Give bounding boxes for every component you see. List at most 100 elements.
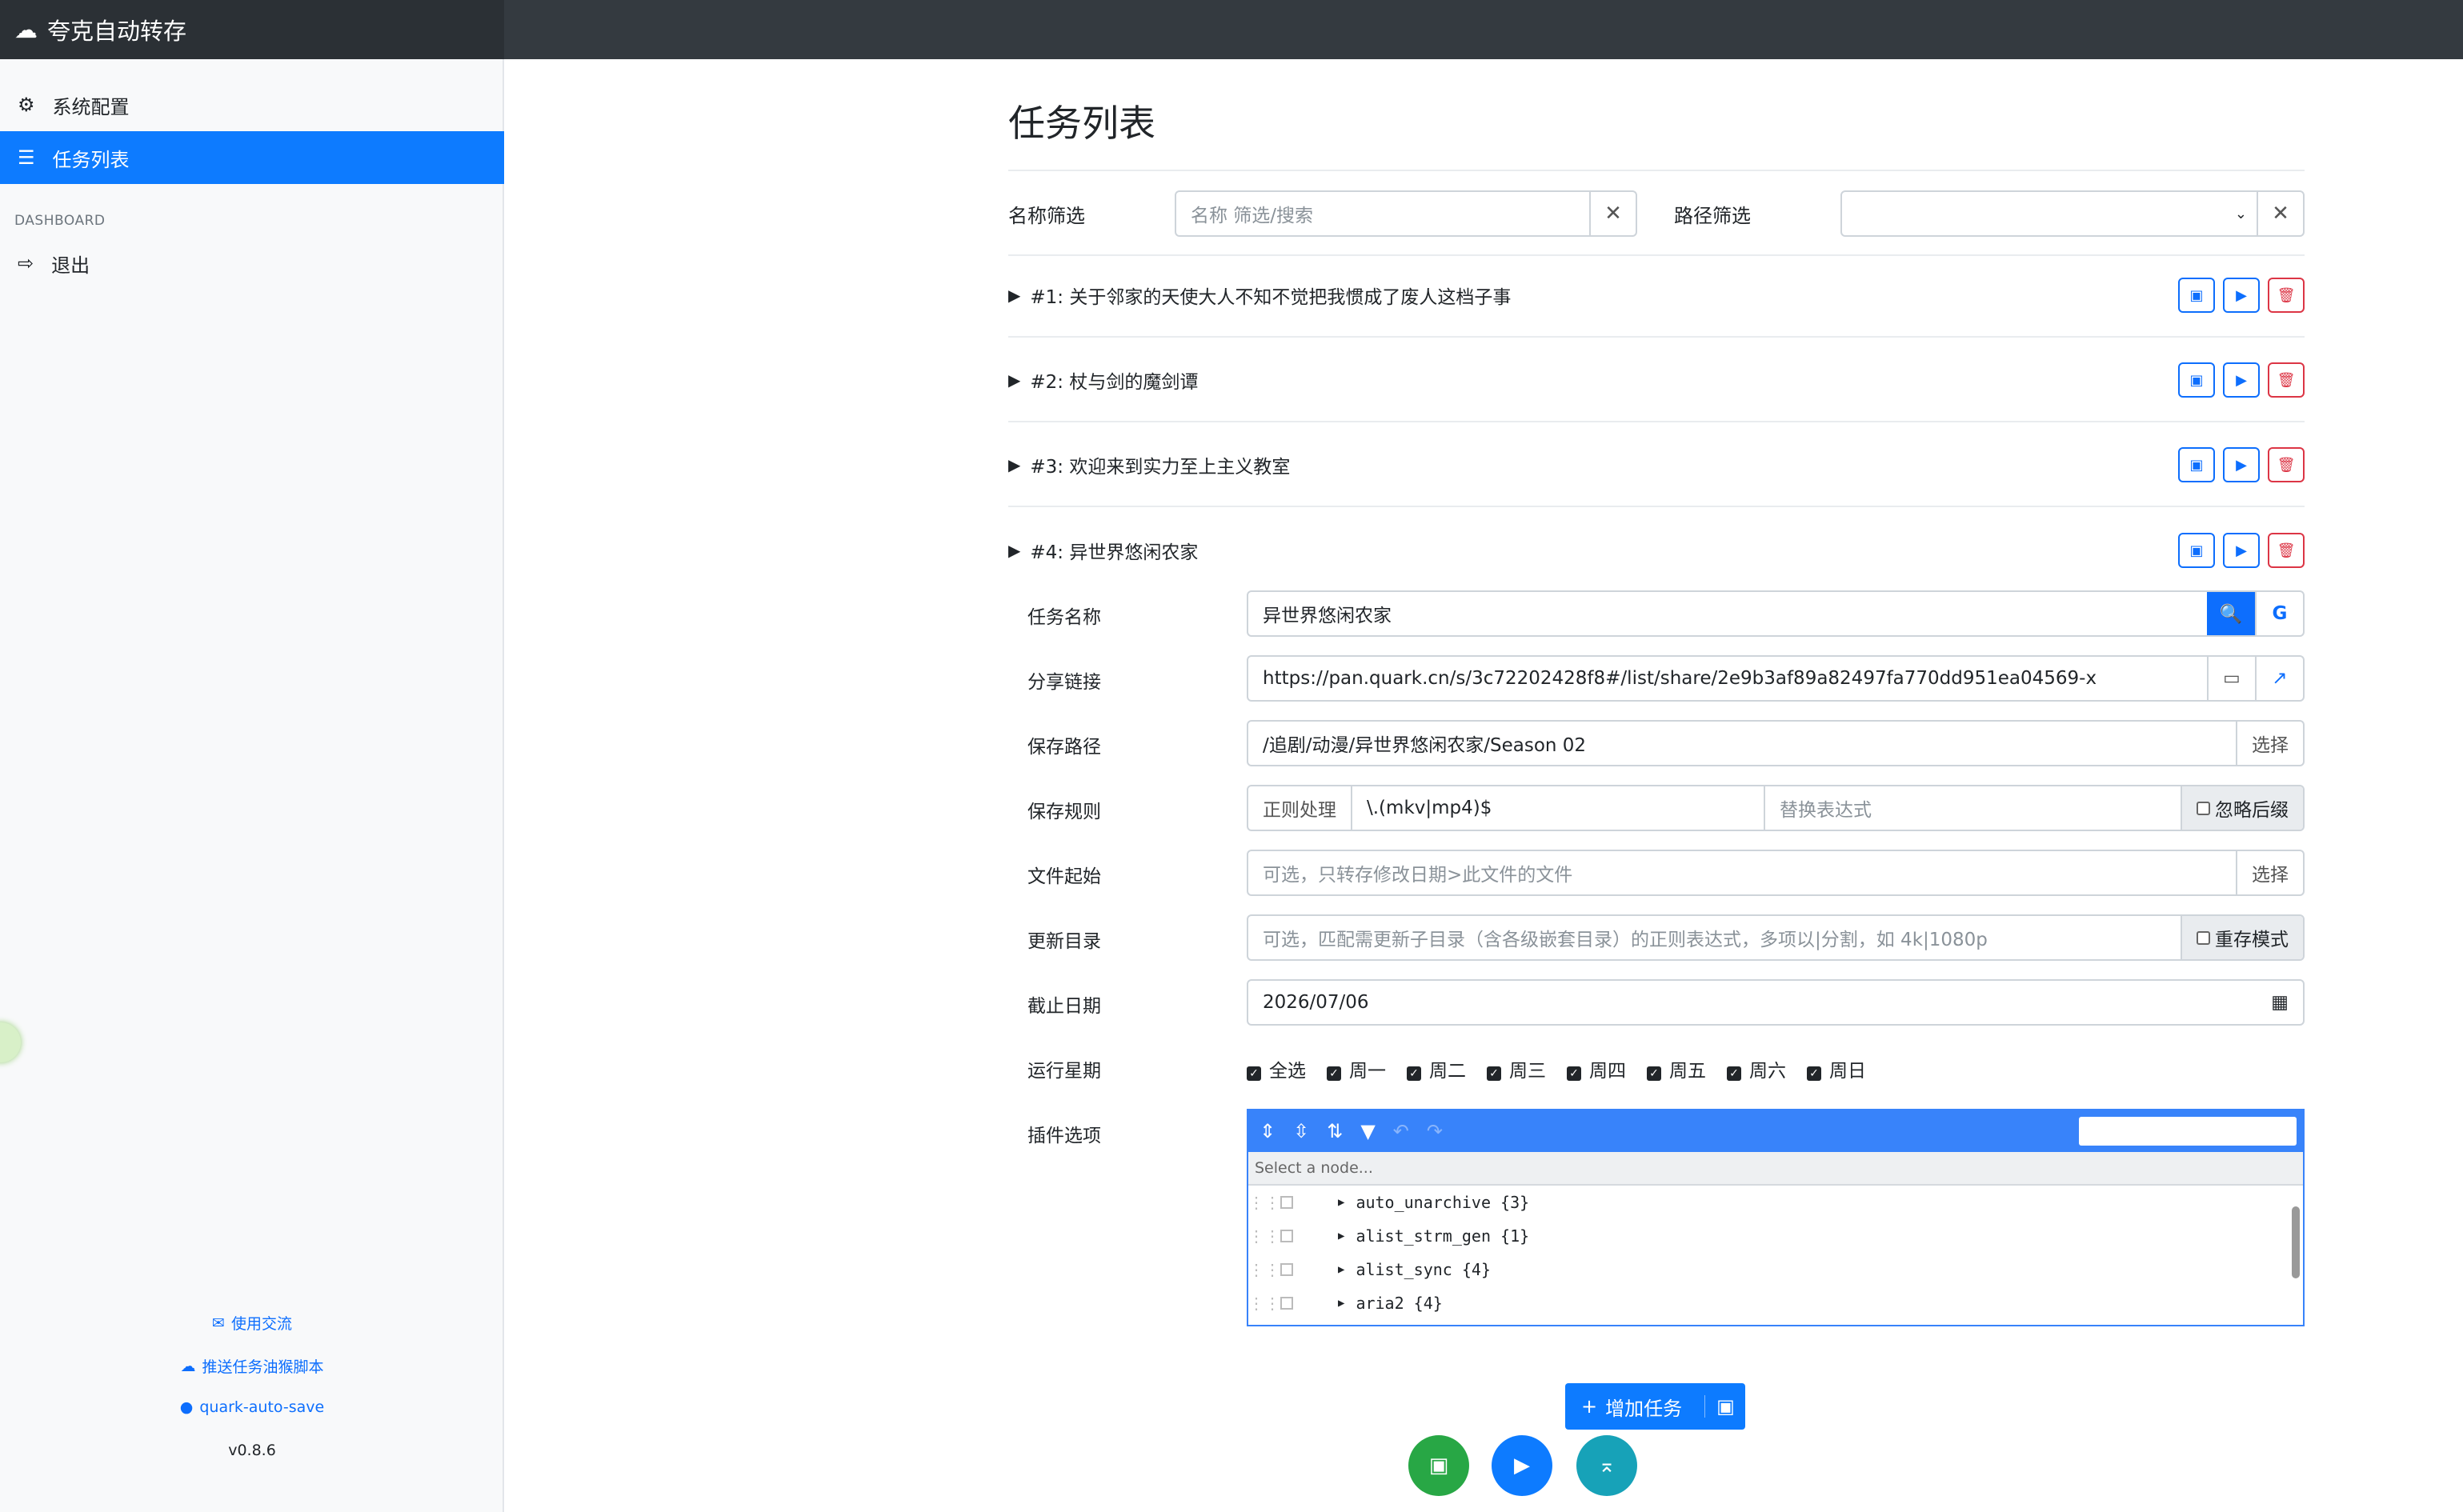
expand-all-icon[interactable]: ⇕ bbox=[1260, 1120, 1276, 1142]
tree-node[interactable]: ⋮⋮ ▶ aria2 {4} bbox=[1248, 1286, 2303, 1320]
copy-task-button[interactable]: ▣ bbox=[2178, 533, 2215, 568]
save-config-button[interactable]: ▣ bbox=[1408, 1435, 1469, 1496]
wechat-icon: ✉ bbox=[212, 1314, 225, 1332]
sidebar-item-logout[interactable]: ⇨ 退出 bbox=[0, 237, 504, 290]
task-row[interactable]: ▶ #3: 欢迎来到实力至上主义教室 ▣ ▶ 🗑 bbox=[1008, 424, 2305, 507]
replace-input[interactable]: 替换表达式 bbox=[1765, 786, 2181, 830]
chat-link[interactable]: ✉ 使用交流 bbox=[0, 1312, 504, 1334]
logout-icon: ⇨ bbox=[18, 252, 34, 274]
copy-task-button[interactable]: ▣ bbox=[2178, 447, 2215, 482]
copy-task-button[interactable]: ▣ bbox=[2178, 278, 2215, 313]
caret-right-icon: ▶ bbox=[1008, 286, 1021, 305]
check-icon: ✓ bbox=[1247, 1066, 1261, 1081]
scroll-thumb[interactable] bbox=[2292, 1206, 2300, 1278]
node-label: aria2 {4} bbox=[1356, 1294, 1443, 1313]
collapse-all-icon[interactable]: ⇳ bbox=[1293, 1120, 1309, 1142]
google-search-button[interactable]: G bbox=[2255, 592, 2303, 635]
tree-node[interactable]: ⋮⋮ ▶ auto_unarchive {3} bbox=[1248, 1186, 2303, 1219]
node-checkbox[interactable] bbox=[1280, 1297, 1293, 1310]
end-date-input[interactable]: 2026/07/06 bbox=[1248, 981, 2257, 1024]
delete-task-button[interactable]: 🗑 bbox=[2268, 278, 2305, 313]
weekday-label: 周二 bbox=[1429, 1061, 1466, 1082]
cloud-upload-icon: ☁ bbox=[180, 1357, 196, 1375]
run-task-button[interactable]: ▶ bbox=[2223, 533, 2260, 568]
expand-arrow-icon[interactable]: ▶ bbox=[1338, 1263, 1344, 1276]
expand-arrow-icon[interactable]: ▶ bbox=[1338, 1196, 1344, 1209]
sidebar-item-config[interactable]: ⚙ 系统配置 bbox=[0, 78, 504, 131]
update-dir-input[interactable]: 可选，匹配需更新子目录（含各级嵌套目录）的正则表达式，多项以|分割，如 4k|1… bbox=[1248, 916, 2181, 959]
sort-icon[interactable]: ⇅ bbox=[1327, 1120, 1343, 1142]
delete-task-button[interactable]: 🗑 bbox=[2268, 447, 2305, 482]
drag-handle-icon[interactable]: ⋮⋮ bbox=[1248, 1294, 1280, 1313]
clear-path-filter-button[interactable]: ✕ bbox=[2257, 190, 2305, 237]
resave-mode-checkbox[interactable]: 重存模式 bbox=[2181, 916, 2303, 959]
pattern-input[interactable]: \.(mkv|mp4)$ bbox=[1352, 786, 1765, 830]
run-all-button[interactable]: ▶ bbox=[1492, 1435, 1552, 1496]
share-link-label: 分享链接 bbox=[1027, 672, 1101, 693]
run-task-button[interactable]: ▶ bbox=[2223, 278, 2260, 313]
delete-task-button[interactable]: 🗑 bbox=[2268, 533, 2305, 568]
ignore-ext-checkbox[interactable]: 忽略后缀 bbox=[2181, 786, 2303, 830]
editor-scrollbar[interactable] bbox=[2289, 1187, 2303, 1325]
weekday-sun[interactable]: ✓ 周日 bbox=[1807, 1055, 1866, 1082]
weekday-wed[interactable]: ✓ 周三 bbox=[1487, 1055, 1546, 1082]
checkbox-box bbox=[2197, 801, 2210, 815]
push-script-link[interactable]: ☁ 推送任务油猴脚本 bbox=[0, 1355, 504, 1377]
gear-icon: ⚙ bbox=[18, 94, 35, 116]
task-row-expanded[interactable]: ▶ #4: 异世界悠闲农家 ▣ ▶ 🗑 bbox=[1008, 509, 2305, 592]
github-link[interactable]: ● quark-auto-save bbox=[0, 1398, 504, 1416]
open-link-button[interactable]: ↗ bbox=[2255, 657, 2303, 700]
run-task-button[interactable]: ▶ bbox=[2223, 362, 2260, 398]
drag-handle-icon[interactable]: ⋮⋮ bbox=[1248, 1260, 1280, 1279]
sidebar-item-tasks[interactable]: ☰ 任务列表 bbox=[0, 131, 504, 184]
expand-arrow-icon[interactable]: ▶ bbox=[1338, 1297, 1344, 1310]
regex-toggle-button[interactable]: 正则处理 bbox=[1248, 786, 1352, 830]
task-row[interactable]: ▶ #2: 杖与剑的魔剑谭 ▣ ▶ 🗑 bbox=[1008, 339, 2305, 422]
trash-icon: 🗑 bbox=[2277, 542, 2296, 559]
path-filter-select[interactable]: ⌄ bbox=[1840, 190, 2258, 237]
weekday-mon[interactable]: ✓ 周一 bbox=[1327, 1055, 1386, 1082]
scroll-top-button[interactable]: ⌅ bbox=[1576, 1435, 1637, 1496]
drag-handle-icon[interactable]: ⋮⋮ bbox=[1248, 1226, 1280, 1246]
add-task-button[interactable]: + 增加任务 ▣ bbox=[1565, 1383, 1745, 1430]
filter-icon[interactable]: ▼ bbox=[1360, 1120, 1375, 1142]
save-path-input[interactable]: /追剧/动漫/异世界悠闲农家/Season 02 bbox=[1248, 722, 2236, 765]
copy-task-button[interactable]: ▣ bbox=[2178, 362, 2215, 398]
weekday-all[interactable]: ✓ 全选 bbox=[1247, 1055, 1306, 1082]
share-link-input[interactable]: https://pan.quark.cn/s/3c72202428f8#/lis… bbox=[1248, 657, 2207, 700]
tree-node[interactable]: ⋮⋮ ▶ alist_sync {4} bbox=[1248, 1253, 2303, 1286]
app-brand[interactable]: ☁ 夸克自动转存 bbox=[0, 0, 504, 59]
search-resource-button[interactable]: 🔍 bbox=[2207, 592, 2255, 635]
delete-task-button[interactable]: 🗑 bbox=[2268, 362, 2305, 398]
weekday-sat[interactable]: ✓ 周六 bbox=[1727, 1055, 1786, 1082]
task-name-input[interactable]: 异世界悠闲农家 bbox=[1248, 592, 2207, 635]
run-task-button[interactable]: ▶ bbox=[2223, 447, 2260, 482]
drag-handle-icon[interactable]: ⋮⋮ bbox=[1248, 1193, 1280, 1212]
weekday-label: 全选 bbox=[1269, 1061, 1306, 1082]
check-icon: ✓ bbox=[1327, 1066, 1341, 1081]
update-dir-label: 更新目录 bbox=[1027, 931, 1101, 952]
task-row[interactable]: ▶ #1: 关于邻家的天使大人不知不觉把我惯成了废人这档子事 ▣ ▶ 🗑 bbox=[1008, 254, 2305, 338]
select-start-button[interactable]: 选择 bbox=[2236, 851, 2303, 894]
undo-icon[interactable]: ↶ bbox=[1393, 1120, 1409, 1142]
editor-search-input[interactable] bbox=[2079, 1117, 2297, 1146]
node-checkbox[interactable] bbox=[1280, 1263, 1293, 1276]
browse-share-button[interactable]: ▭ bbox=[2207, 657, 2255, 700]
file-start-input[interactable]: 可选，只转存修改日期>此文件的文件 bbox=[1248, 851, 2236, 894]
node-checkbox[interactable] bbox=[1280, 1196, 1293, 1209]
weekday-thu[interactable]: ✓ 周四 bbox=[1567, 1055, 1626, 1082]
expand-arrow-icon[interactable]: ▶ bbox=[1338, 1230, 1344, 1242]
sidebar: ⚙ 系统配置 ☰ 任务列表 DASHBOARD ⇨ 退出 ✉ 使用交流 ☁ 推送任务… bbox=[0, 59, 504, 1512]
weekday-label: 周四 bbox=[1589, 1061, 1626, 1082]
node-checkbox[interactable] bbox=[1280, 1230, 1293, 1242]
calendar-icon[interactable]: ▦ bbox=[2257, 981, 2303, 1024]
clear-name-filter-button[interactable]: ✕ bbox=[1589, 190, 1637, 237]
weekday-fri[interactable]: ✓ 周五 bbox=[1647, 1055, 1706, 1082]
select-path-button[interactable]: 选择 bbox=[2236, 722, 2303, 765]
weekday-tue[interactable]: ✓ 周二 bbox=[1407, 1055, 1466, 1082]
tree-node[interactable]: ⋮⋮ ▶ alist_strm_gen {1} bbox=[1248, 1219, 2303, 1253]
link-text: 推送任务油猴脚本 bbox=[202, 1358, 324, 1376]
redo-icon[interactable]: ↷ bbox=[1427, 1120, 1443, 1142]
name-filter-input[interactable]: 名称 筛选/搜索 bbox=[1175, 190, 1591, 237]
button-label: 增加任务 bbox=[1605, 1397, 1683, 1420]
